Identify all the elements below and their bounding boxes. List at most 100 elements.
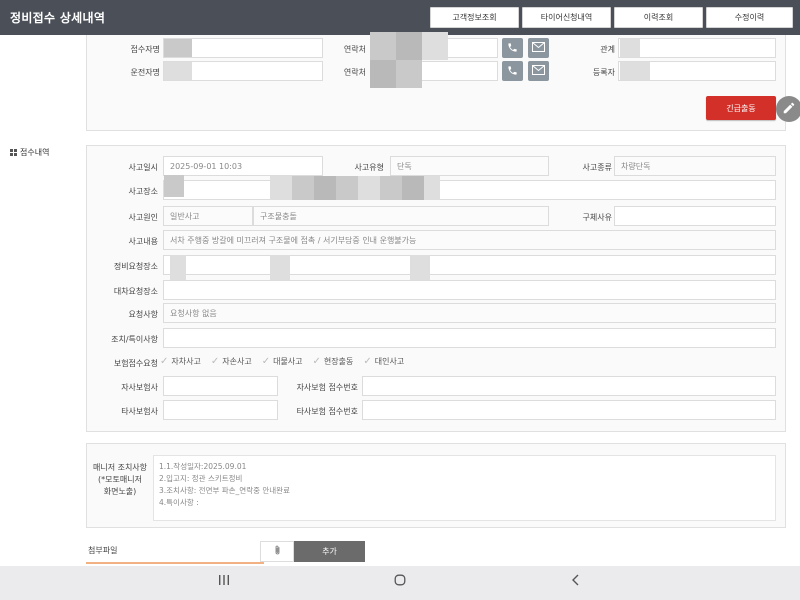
add-attachment-button[interactable]: 추가 bbox=[294, 541, 365, 562]
accident-place-field[interactable] bbox=[163, 180, 776, 200]
other-claim-field[interactable] bbox=[362, 400, 776, 420]
request-label: 요청사항 bbox=[128, 310, 158, 319]
redaction-block bbox=[370, 60, 396, 88]
attachment-underline bbox=[86, 562, 264, 564]
accident-cause-field-2[interactable]: 구조물충돌 bbox=[253, 206, 549, 226]
own-claim-field[interactable] bbox=[362, 376, 776, 396]
phone-button-2[interactable] bbox=[502, 61, 523, 81]
other-claim-label: 타사보험 접수번호 bbox=[296, 407, 358, 416]
accident-content-label: 사고내용 bbox=[128, 237, 158, 246]
back-icon[interactable] bbox=[570, 574, 582, 590]
insurance-options: ✓ 자차사고 ✓ 자손사고 ✓ 대물사고 ✓ 현장출동 ✓ 대인사고 bbox=[160, 356, 404, 367]
accident-type-field[interactable]: 단독 bbox=[390, 156, 549, 176]
relation-field[interactable] bbox=[618, 38, 776, 58]
manager-note-label: 매니저 조치사항 (*모토매니저 화면노출) bbox=[92, 463, 148, 496]
attachment-label: 첨부파일 bbox=[88, 546, 118, 555]
urgent-dispatch-button[interactable]: 긴급출동 bbox=[706, 96, 776, 120]
redaction-block bbox=[164, 39, 192, 57]
accident-cause-field-1[interactable]: 일반사고 bbox=[163, 206, 253, 226]
other-insurer-label: 타사보험사 bbox=[121, 407, 158, 416]
accident-kind-label: 사고종류 bbox=[582, 163, 612, 172]
accident-kind-field[interactable]: 차량단독 bbox=[614, 156, 776, 176]
mail-button-2[interactable] bbox=[528, 61, 549, 81]
edit-history-button[interactable]: 수정이력 bbox=[706, 7, 793, 28]
customer-info-button[interactable]: 고객정보조회 bbox=[430, 7, 519, 28]
accident-date-field[interactable]: 2025-09-01 10:03 bbox=[163, 156, 323, 176]
check-icon: ✓ bbox=[363, 356, 372, 367]
redaction-block bbox=[164, 175, 184, 197]
mail-icon bbox=[532, 42, 545, 54]
accident-date-label: 사고일시 bbox=[128, 163, 158, 172]
page-title: 정비접수 상세내역 bbox=[10, 11, 106, 25]
accident-content-field[interactable]: 서차 주행중 방갈에 미끄러져 구조물에 접촉 / 서기부담중 인내 운행불가능 bbox=[163, 230, 776, 250]
action-field[interactable] bbox=[163, 328, 776, 348]
paperclip-icon bbox=[273, 545, 282, 558]
redaction-block bbox=[422, 32, 448, 60]
own-insurer-field[interactable] bbox=[163, 376, 278, 396]
rental-place-field[interactable] bbox=[163, 280, 776, 300]
tire-request-button[interactable]: 타이어신청내역 bbox=[522, 7, 611, 28]
insurance-request-label: 보험접수요청 bbox=[113, 359, 158, 368]
history-button[interactable]: 이력조회 bbox=[614, 7, 703, 28]
redaction-block bbox=[370, 32, 396, 60]
accident-place-label: 사고장소 bbox=[128, 187, 158, 196]
accident-type-label: 사고유형 bbox=[354, 163, 384, 172]
own-claim-label: 자사보험 접수번호 bbox=[296, 383, 358, 392]
grid-icon bbox=[10, 149, 17, 156]
mail-button-1[interactable] bbox=[528, 38, 549, 58]
system-nav-bar bbox=[0, 566, 800, 600]
rental-place-label: 대차요청장소 bbox=[113, 287, 158, 296]
own-insurer-label: 자사보험사 bbox=[121, 383, 158, 392]
repair-place-label: 정비요청장소 bbox=[113, 262, 158, 271]
insurance-option[interactable]: ✓ 자손사고 bbox=[211, 356, 252, 367]
redaction-block bbox=[270, 255, 290, 283]
phone-button-1[interactable] bbox=[502, 38, 523, 58]
manager-note-textarea[interactable]: 1.1.작성일자:2025.09.01 2.입고지: 정관 스키트정비 3.조치… bbox=[153, 455, 776, 521]
request-field[interactable]: 요청사항 없음 bbox=[163, 303, 776, 323]
recent-apps-icon[interactable] bbox=[218, 574, 230, 590]
redaction-block bbox=[396, 32, 422, 60]
top-bar: 정비접수 상세내역 고객정보조회 타이어신청내역 이력조회 수정이력 bbox=[0, 0, 800, 35]
mail-icon bbox=[532, 65, 545, 77]
contact-label-2: 연락처 bbox=[343, 68, 366, 77]
note-line: 2.입고지: 정관 스키트정비 bbox=[159, 474, 243, 483]
redaction-block bbox=[358, 176, 380, 200]
phone-icon bbox=[507, 65, 518, 78]
check-icon: ✓ bbox=[261, 356, 271, 367]
phone-icon bbox=[507, 42, 518, 55]
insurance-option[interactable]: ✓ 대물사고 bbox=[262, 356, 303, 367]
insurance-option[interactable]: ✓ 대인사고 bbox=[363, 356, 404, 367]
redaction-block bbox=[380, 176, 402, 200]
redaction-block bbox=[270, 176, 292, 200]
relation-label: 관계 bbox=[600, 45, 615, 54]
note-line: 3.조치사항: 전면부 파손_연락중 안내완료 bbox=[159, 486, 290, 495]
check-icon: ✓ bbox=[312, 356, 321, 367]
note-line: 4.특이사항 : bbox=[159, 498, 199, 507]
receiver-label: 접수자명 bbox=[130, 45, 160, 54]
redaction-block bbox=[402, 176, 424, 200]
side-section-label: 접수내역 bbox=[10, 147, 49, 158]
redaction-block bbox=[424, 176, 440, 200]
note-line: 1.1.작성일자:2025.09.01 bbox=[159, 462, 247, 471]
other-insurer-field[interactable] bbox=[163, 400, 278, 420]
redaction-block bbox=[164, 62, 192, 80]
insurance-option[interactable]: ✓ 자차사고 bbox=[160, 356, 201, 367]
insurance-option[interactable]: ✓ 현장출동 bbox=[313, 356, 354, 367]
repair-place-field[interactable] bbox=[163, 255, 776, 275]
check-icon: ✓ bbox=[160, 356, 169, 367]
pencil-icon bbox=[782, 101, 796, 117]
check-icon: ✓ bbox=[210, 356, 220, 367]
redaction-block bbox=[396, 60, 422, 88]
redaction-block bbox=[620, 62, 650, 80]
redaction-block bbox=[314, 176, 336, 200]
left-column bbox=[0, 35, 86, 565]
attach-file-button[interactable] bbox=[260, 541, 294, 562]
driver-label: 운전자명 bbox=[130, 68, 160, 77]
redaction-block bbox=[410, 255, 430, 283]
accident-cause-label: 사고원인 bbox=[128, 213, 158, 222]
edit-button[interactable] bbox=[776, 96, 800, 122]
redaction-block bbox=[336, 176, 358, 200]
recovery-reason-field[interactable] bbox=[614, 206, 776, 226]
redaction-block bbox=[620, 39, 640, 57]
home-icon[interactable] bbox=[394, 574, 406, 590]
